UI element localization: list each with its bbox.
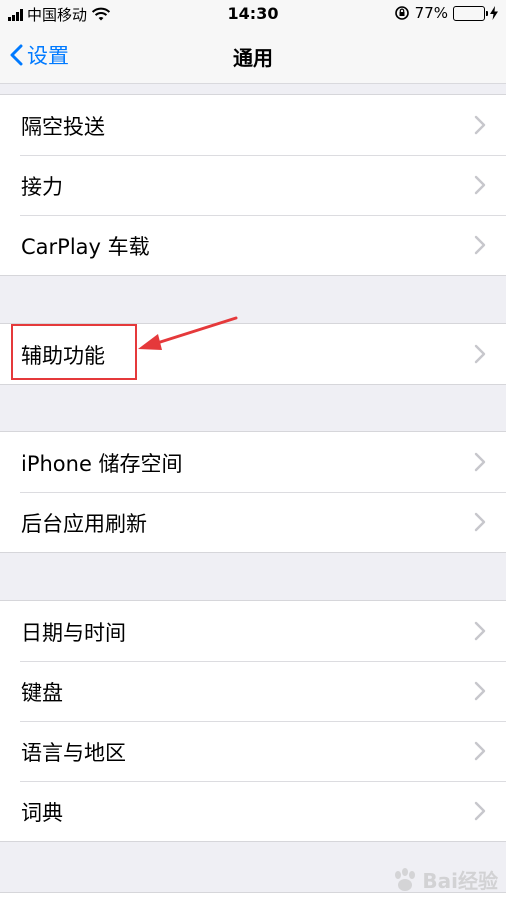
status-right: 77% [394,4,498,22]
settings-group-storage: iPhone 储存空间 后台应用刷新 [0,431,506,553]
annotation-highlight-box [11,324,137,380]
orientation-lock-icon [394,6,409,20]
chevron-right-icon [474,452,486,472]
page-title: 通用 [233,46,273,70]
settings-row-carplay[interactable]: CarPlay 车载 [0,215,506,275]
row-label: 语言与地区 [21,741,126,765]
settings-group-locale: 日期与时间 键盘 语言与地区 词典 [0,600,506,842]
row-label: 接力 [21,175,63,199]
chevron-right-icon [474,741,486,761]
row-label: 后台应用刷新 [21,512,147,536]
row-label: 词典 [21,801,63,825]
chevron-right-icon [474,512,486,532]
settings-row-iphone-storage[interactable]: iPhone 储存空间 [0,432,506,492]
settings-row-language-region[interactable]: 语言与地区 [0,721,506,781]
annotation-arrow-icon [138,316,238,350]
settings-row-airdrop[interactable]: 隔空投送 [0,95,506,155]
charging-bolt-icon [490,6,498,20]
settings-row-handoff[interactable]: 接力 [0,155,506,215]
navigation-bar: 设置 通用 [0,28,506,84]
row-label: 日期与时间 [21,621,126,645]
settings-row-keyboard[interactable]: 键盘 [0,661,506,721]
chevron-right-icon [474,344,486,364]
baidu-jingyan-watermark: Bai经验 [392,865,498,894]
row-label: 键盘 [21,681,63,705]
settings-row-background-refresh[interactable]: 后台应用刷新 [0,492,506,552]
settings-row-date-time[interactable]: 日期与时间 [0,601,506,661]
status-bar: 中国移动 14:30 77% [0,0,506,28]
battery-icon [453,5,488,21]
chevron-right-icon [474,175,486,195]
battery-percent: 77% [414,4,448,22]
row-label: iPhone 储存空间 [21,452,183,476]
row-label: 隔空投送 [21,115,105,139]
chevron-right-icon [474,681,486,701]
chevron-right-icon [474,801,486,821]
settings-group-sharing: 隔空投送 接力 CarPlay 车载 [0,94,506,276]
settings-row-dictionary[interactable]: 词典 [0,781,506,841]
chevron-right-icon [474,621,486,641]
watermark-text: Bai经验 [422,869,498,893]
paw-logo-icon [395,867,416,891]
chevron-right-icon [474,115,486,135]
chevron-right-icon [474,235,486,255]
row-label: CarPlay 车载 [21,235,150,259]
